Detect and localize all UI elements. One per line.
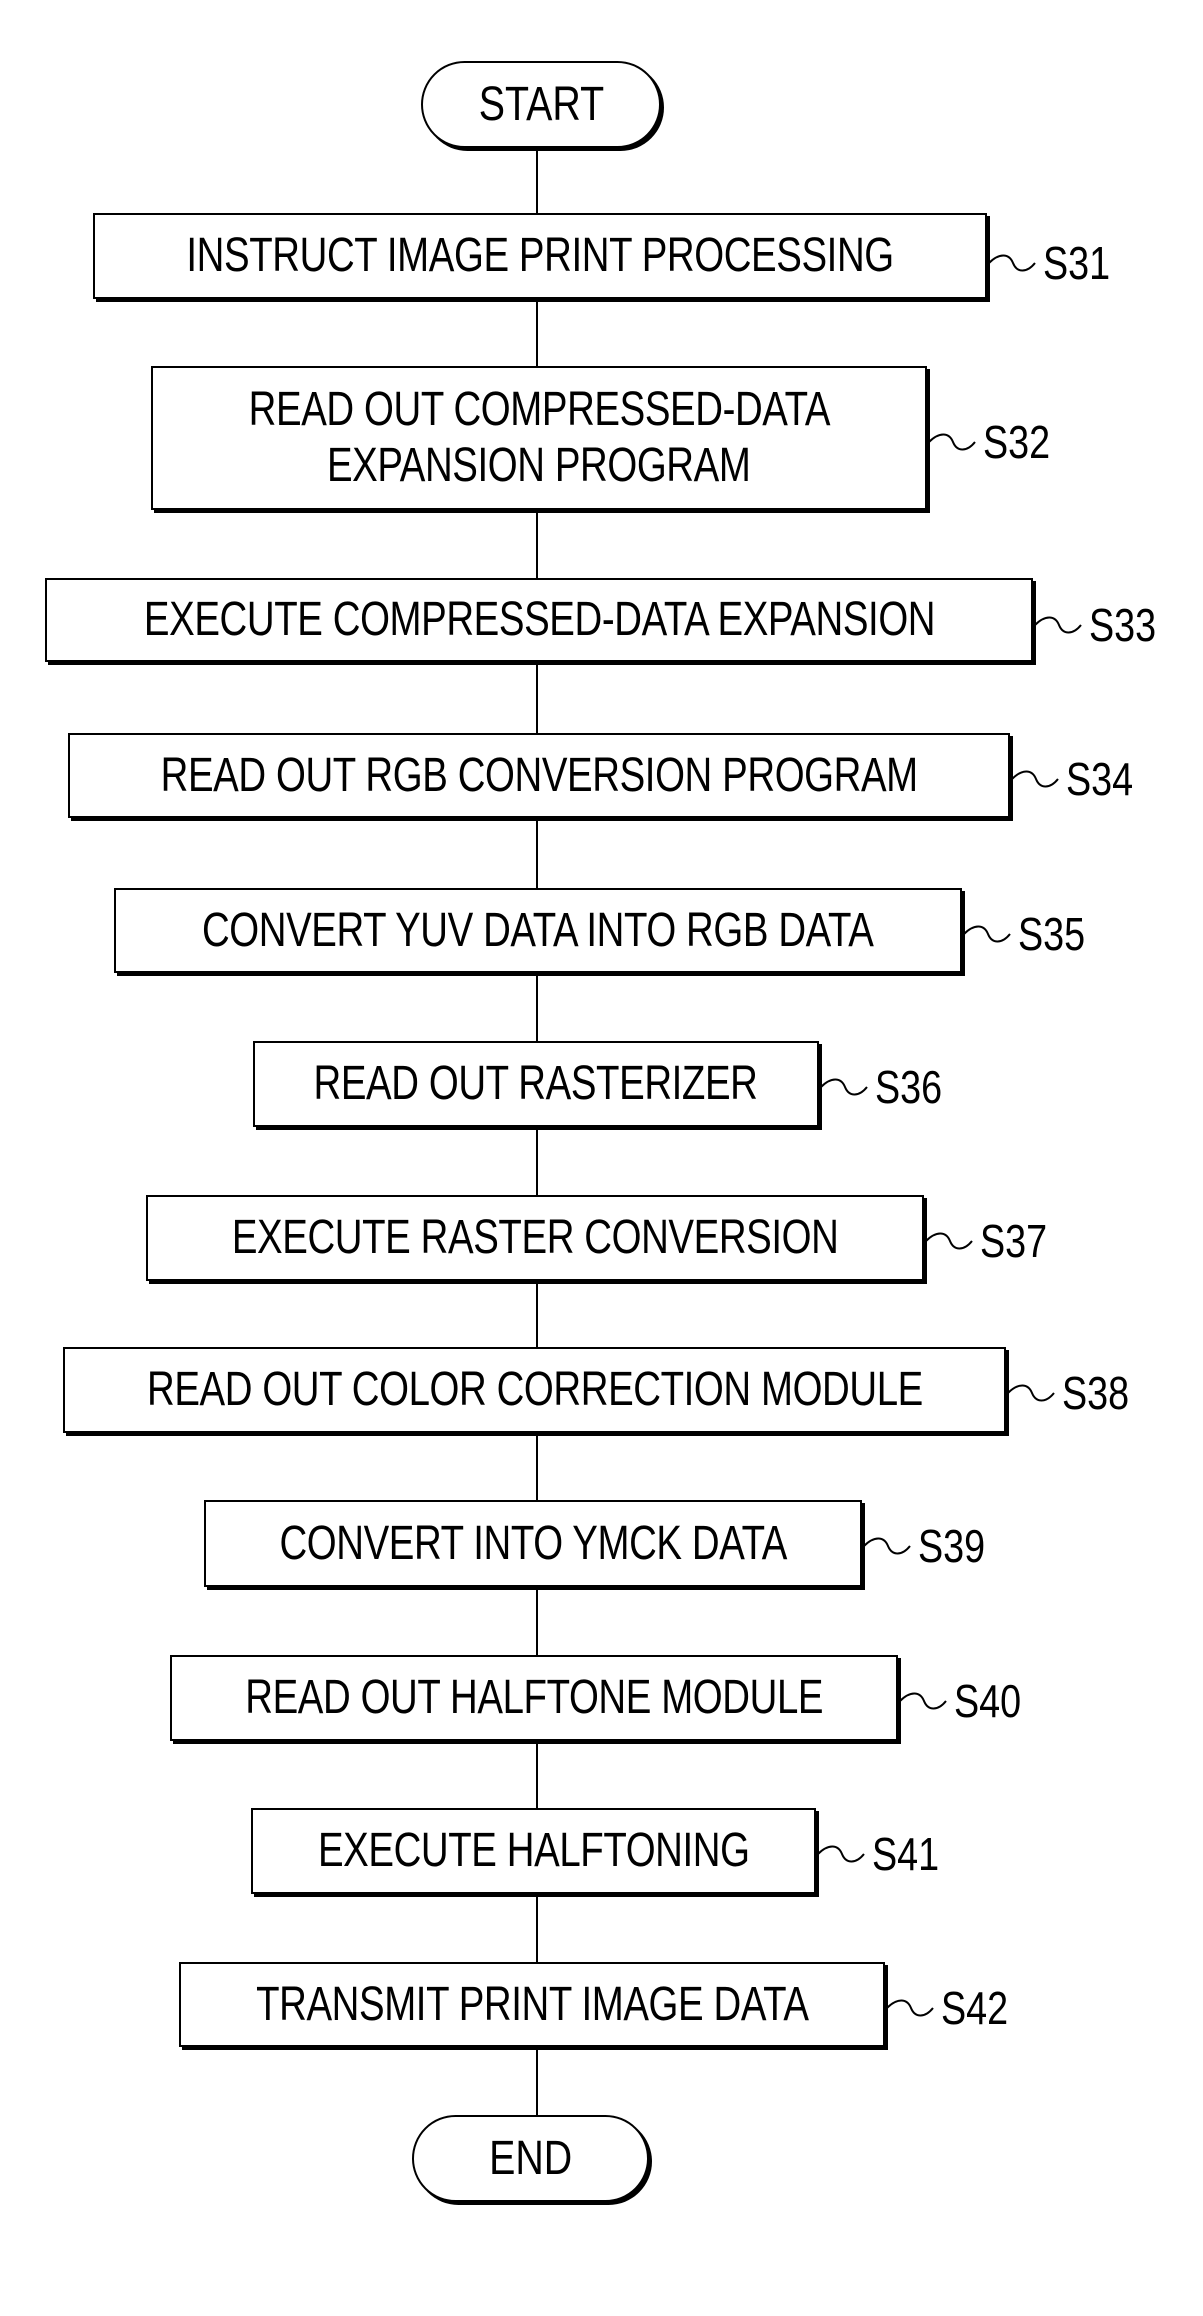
step-text: READ OUT RASTERIZER — [313, 1057, 758, 1110]
step-id: S38 — [1062, 1367, 1130, 1419]
step-text: CONVERT INTO YMCK DATA — [279, 1516, 787, 1570]
step-text: READ OUT COLOR CORRECTION MODULE — [146, 1363, 923, 1416]
tilde-leader-icon — [817, 1845, 865, 1863]
step-s32: READ OUT COMPRESSED-DATA EXPANSION PROGR… — [151, 366, 927, 510]
tilde-leader-icon — [928, 433, 976, 451]
tilde-leader-icon — [1034, 616, 1082, 634]
start-terminal: START — [421, 61, 661, 148]
tilde-leader-icon — [1011, 770, 1059, 788]
step-text: CONVERT YUV DATA INTO RGB DATA — [202, 903, 874, 957]
step-text: EXECUTE RASTER CONVERSION — [231, 1211, 839, 1264]
step-id: S37 — [980, 1215, 1048, 1267]
step-text-line2: EXPANSION PROGRAM — [327, 439, 751, 492]
step-id: S35 — [1018, 908, 1086, 960]
step-text: READ OUT RGB CONVERSION PROGRAM — [160, 748, 918, 802]
step-text: EXECUTE HALFTONING — [317, 1824, 750, 1877]
step-id: S34 — [1066, 753, 1134, 805]
step-id: S33 — [1089, 599, 1157, 651]
step-s37: EXECUTE RASTER CONVERSION — [146, 1195, 924, 1281]
step-s38: READ OUT COLOR CORRECTION MODULE — [63, 1347, 1006, 1433]
tilde-leader-icon — [1007, 1384, 1055, 1402]
step-id: S36 — [875, 1061, 943, 1113]
step-s40: READ OUT HALFTONE MODULE — [170, 1655, 898, 1741]
step-label-s42: S42 — [885, 1981, 1023, 2035]
step-s31: INSTRUCT IMAGE PRINT PROCESSING — [93, 213, 987, 299]
step-id: S31 — [1043, 237, 1111, 289]
step-label-s35: S35 — [962, 907, 1100, 961]
tilde-leader-icon — [925, 1232, 973, 1250]
step-text: TRANSMIT PRINT IMAGE DATA — [255, 1977, 809, 2031]
step-label-s32: S32 — [927, 415, 1065, 469]
step-s39: CONVERT INTO YMCK DATA — [204, 1500, 862, 1587]
step-label-s33: S33 — [1033, 598, 1171, 652]
step-label-s37: S37 — [924, 1214, 1062, 1268]
step-id: S32 — [983, 416, 1051, 468]
step-label-s39: S39 — [862, 1519, 1000, 1573]
tilde-leader-icon — [863, 1537, 911, 1555]
end-label: END — [488, 2132, 573, 2185]
step-id: S42 — [941, 1982, 1009, 2034]
step-s34: READ OUT RGB CONVERSION PROGRAM — [68, 733, 1010, 818]
step-id: S40 — [954, 1675, 1022, 1727]
end-terminal: END — [412, 2115, 649, 2202]
tilde-leader-icon — [988, 254, 1036, 272]
step-s36: READ OUT RASTERIZER — [253, 1041, 819, 1127]
step-text: READ OUT HALFTONE MODULE — [245, 1671, 823, 1724]
start-label: START — [478, 78, 604, 131]
step-s42: TRANSMIT PRINT IMAGE DATA — [179, 1962, 885, 2047]
step-text: EXECUTE COMPRESSED-DATA EXPANSION — [143, 593, 935, 646]
step-s35: CONVERT YUV DATA INTO RGB DATA — [114, 888, 962, 973]
step-label-s31: S31 — [987, 236, 1125, 290]
step-label-s36: S36 — [819, 1060, 957, 1114]
step-label-s41: S41 — [816, 1827, 954, 1881]
step-label-s40: S40 — [898, 1674, 1036, 1728]
step-s33: EXECUTE COMPRESSED-DATA EXPANSION — [45, 578, 1033, 662]
tilde-leader-icon — [963, 925, 1011, 943]
step-text-line1: READ OUT COMPRESSED-DATA — [248, 383, 830, 436]
step-id: S41 — [872, 1828, 940, 1880]
step-s41: EXECUTE HALFTONING — [251, 1808, 816, 1894]
step-text: INSTRUCT IMAGE PRINT PROCESSING — [186, 229, 894, 282]
step-id: S39 — [918, 1520, 986, 1572]
step-label-s34: S34 — [1010, 752, 1148, 806]
step-label-s38: S38 — [1006, 1366, 1144, 1420]
tilde-leader-icon — [820, 1078, 868, 1096]
tilde-leader-icon — [886, 1999, 934, 2017]
tilde-leader-icon — [899, 1692, 947, 1710]
